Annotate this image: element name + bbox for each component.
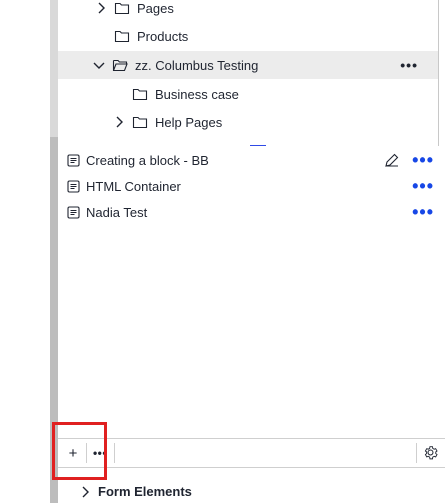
tree-item-help-pages[interactable]: Help Pages <box>112 108 438 136</box>
folder-icon <box>132 87 148 101</box>
pencil-icon[interactable] <box>383 152 400 169</box>
block-list: Creating a block - BB ••• HTML Container… <box>58 146 438 436</box>
folder-icon <box>114 29 130 43</box>
section-label: Form Elements <box>98 484 192 499</box>
chevron-right-icon[interactable] <box>78 485 92 499</box>
left-gutter <box>0 0 50 503</box>
folder-open-icon <box>112 58 128 72</box>
more-options-button[interactable]: ••• <box>412 199 434 225</box>
more-options-button[interactable]: ••• <box>412 173 434 199</box>
tree-item-label: Business case <box>155 86 239 102</box>
page-tree: Pages Products zz. Columbus Testing ••• … <box>58 0 438 147</box>
tree-item-pages[interactable]: Pages <box>94 0 438 22</box>
annotation-highlight-box <box>52 422 107 480</box>
section-form-elements[interactable]: Form Elements <box>58 480 438 503</box>
more-options-button[interactable]: ••• <box>400 51 418 79</box>
tree-item-label: Help Pages <box>155 114 223 130</box>
list-item[interactable]: HTML Container ••• <box>58 173 438 199</box>
tree-item-label: Products <box>137 28 189 44</box>
list-item-label: Nadia Test <box>86 204 148 220</box>
divider <box>416 443 417 463</box>
tree-item-label: zz. Columbus Testing <box>135 57 259 73</box>
folder-icon <box>132 115 148 129</box>
gear-icon[interactable] <box>422 444 439 461</box>
list-item-label: Creating a block - BB <box>86 152 209 168</box>
more-options-button[interactable]: ••• <box>412 147 434 173</box>
tree-item-label: Pages <box>137 0 174 16</box>
chevron-right-icon[interactable] <box>94 1 108 15</box>
document-icon <box>67 153 80 167</box>
list-item[interactable]: Nadia Test ••• <box>58 199 438 225</box>
tree-item-products[interactable]: Products <box>114 22 438 50</box>
document-icon <box>67 205 80 219</box>
chevron-right-icon[interactable] <box>112 115 126 129</box>
tree-item-columbus-testing[interactable]: zz. Columbus Testing ••• <box>58 51 438 79</box>
document-icon <box>67 179 80 193</box>
bottom-toolbar: + ••• <box>58 438 445 468</box>
divider <box>114 443 115 463</box>
chevron-down-icon[interactable] <box>92 58 106 72</box>
list-item-label: HTML Container <box>86 178 181 194</box>
folder-icon <box>114 1 130 15</box>
panel-border <box>438 0 439 146</box>
tree-item-business-case[interactable]: Business case <box>132 80 438 108</box>
list-item[interactable]: Creating a block - BB ••• <box>58 147 438 173</box>
